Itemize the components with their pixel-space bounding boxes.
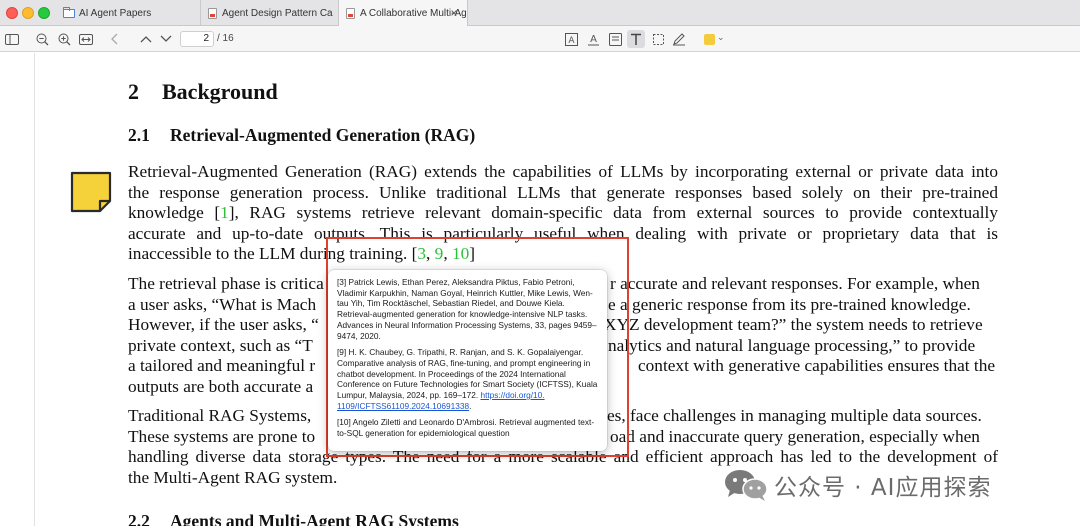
subsection-title: Agents and Multi-Agent RAG Systems (170, 511, 459, 526)
citation-popover[interactable]: [3] Patrick Lewis, Ethan Perez, Aleksand… (328, 270, 607, 451)
pdf-icon (343, 6, 357, 20)
paragraph-line: However, if the user asks, “ (128, 315, 319, 334)
reference-text: . (469, 400, 472, 411)
pdf-icon (205, 6, 219, 20)
note-box-icon[interactable] (607, 30, 623, 48)
subsection-heading: 2.2 Agents and Multi-Agent RAG Systems (128, 511, 459, 526)
tab-label: AI Agent Papers (79, 7, 152, 19)
tab-label: Agent Design Pattern Ca (222, 7, 333, 19)
section-number: 2 (128, 79, 139, 104)
paragraph-line: XYZ development team?” the system needs … (604, 315, 983, 334)
paragraph-line: Retrieval-Augmented Generation (RAG) ext… (128, 162, 998, 181)
tab-ai-agent-papers[interactable]: AI Agent Papers (58, 0, 198, 26)
paragraph-line: These systems are prone to (128, 426, 316, 446)
svg-text:A: A (568, 36, 575, 46)
chevron-down-icon[interactable]: ⌄ (717, 32, 725, 43)
text-run: knowledge [ (128, 203, 221, 222)
tab-bar: AI Agent Papers Agent Design Pattern Ca … (0, 0, 1080, 26)
page-total: / 16 (217, 33, 234, 44)
minimize-window-button[interactable] (22, 7, 34, 19)
document-view: 2 Background 2.1 Retrieval-Augmented Gener… (0, 53, 1080, 526)
folder-icon (62, 6, 76, 20)
paragraph-line: e a generic response from its pre-traine… (608, 294, 971, 314)
paragraph-line: context with generative capabilities ens… (638, 356, 996, 375)
pen-icon[interactable] (671, 30, 687, 48)
rectangle-select-icon[interactable] (650, 30, 666, 48)
fit-width-icon[interactable] (78, 30, 94, 48)
svg-text:A: A (590, 34, 597, 45)
text-tool-icon[interactable] (627, 30, 645, 48)
paragraph-line: outputs are both accurate a (128, 376, 314, 396)
paragraph-line: r accurate and relevant responses. For e… (610, 274, 980, 293)
reference-text: [9] H. K. Chaubey, G. Tripathi, R. Ranja… (337, 347, 598, 401)
paragraph-line: a user asks, “What is Mach (128, 294, 317, 314)
text-run: ], RAG systems retrieve relevant domain-… (228, 203, 998, 222)
close-window-button[interactable] (6, 7, 18, 19)
zoom-in-icon[interactable] (56, 30, 72, 48)
paragraph-line: nalytics and natural language processing… (608, 335, 976, 355)
subsection-heading: 2.1 Retrieval-Augmented Generation (RAG) (128, 125, 475, 146)
section-title: Background (162, 79, 278, 104)
watermark: 公众号 · AI应用探索 (724, 465, 991, 505)
tab-collaborative-multi-agent[interactable]: A Collaborative Multi-Ag × (338, 0, 468, 26)
reference-entry: [10] Angelo Ziletti and Leonardo D'Ambro… (337, 417, 595, 439)
paragraph-line: the response generation process. Unlike … (128, 182, 998, 202)
text-underline-icon[interactable]: A (585, 30, 601, 48)
paragraph-line: the Multi-Agent RAG system. (128, 467, 338, 487)
paragraph-line: Traditional RAG Systems, (128, 406, 312, 425)
close-tab-icon[interactable]: × (447, 6, 461, 20)
back-chevron-icon[interactable] (108, 30, 122, 48)
zoom-out-icon[interactable] (34, 30, 50, 48)
paragraph-line: oad and inaccurate query generation, esp… (610, 426, 980, 446)
subsection-number: 2.2 (128, 511, 150, 526)
toolbar: 2 / 16 A A ⌄ (0, 26, 1080, 52)
sticky-note-icon[interactable] (70, 171, 112, 213)
section-heading: 2 Background (128, 79, 278, 105)
zoom-window-button[interactable] (38, 7, 50, 19)
next-page-icon[interactable] (158, 30, 174, 48)
paragraph-line: private context, such as “T (128, 335, 313, 355)
citation-link[interactable]: 1 (220, 203, 229, 222)
subsection-title: Retrieval-Augmented Generation (RAG) (170, 125, 476, 145)
reference-entry: [3] Patrick Lewis, Ethan Perez, Aleksand… (337, 277, 597, 341)
paragraph-line: a tailored and meaningful r (128, 356, 316, 375)
subsection-number: 2.1 (128, 125, 150, 145)
tab-agent-design-pattern[interactable]: Agent Design Pattern Ca (200, 0, 340, 26)
paragraph-line: es, face challenges in managing multiple… (607, 406, 982, 425)
highlight-color-swatch[interactable] (704, 34, 715, 45)
page-edge (34, 53, 35, 526)
watermark-text: 公众号 · AI应用探索 (774, 475, 992, 501)
sidebar-toggle-icon[interactable] (4, 30, 20, 48)
previous-page-icon[interactable] (138, 30, 154, 48)
paragraph-line: knowledge [1], RAG systems retrieve rele… (128, 203, 998, 223)
wechat-logo-icon (725, 470, 768, 501)
text-box-icon[interactable]: A (563, 30, 579, 48)
reference-entry: [9] H. K. Chaubey, G. Tripathi, R. Ranja… (337, 347, 599, 411)
page-number-input[interactable]: 2 (180, 31, 214, 47)
paragraph-line: The retrieval phase is critica (128, 274, 324, 293)
